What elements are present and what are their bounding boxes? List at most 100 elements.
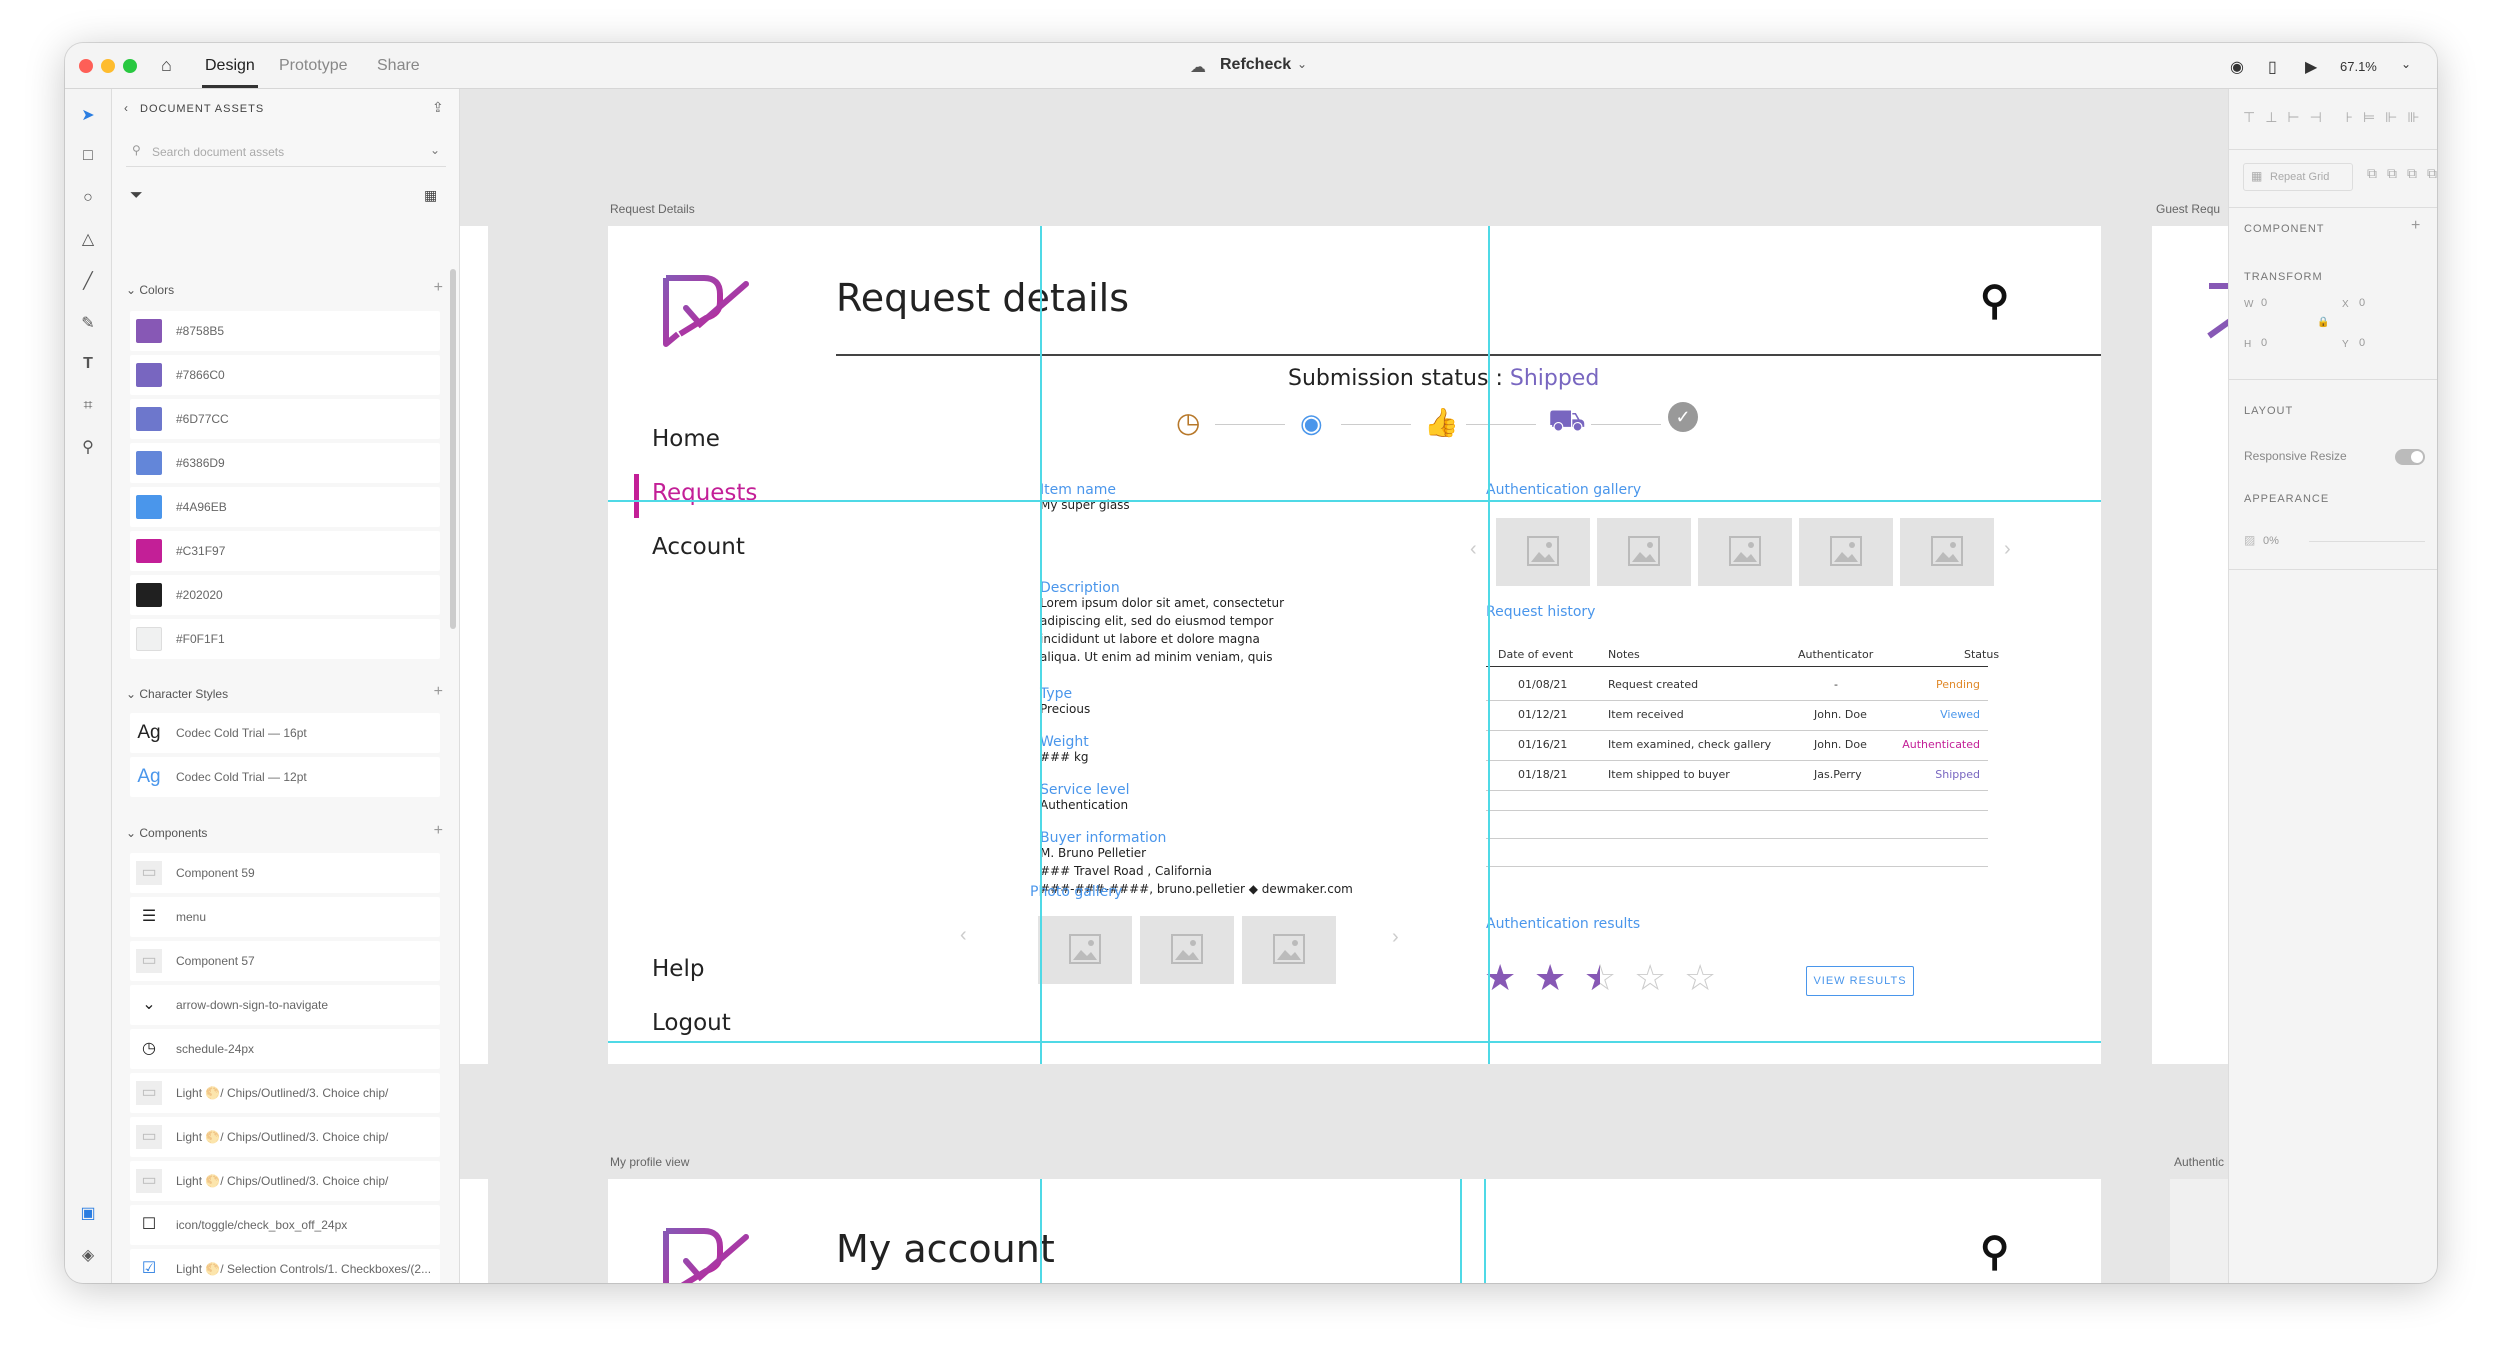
- nav-help[interactable]: Help: [652, 956, 704, 982]
- x-input[interactable]: 0: [2359, 297, 2365, 309]
- artboard-right-partial-2[interactable]: [2170, 1179, 2228, 1283]
- character-style-row[interactable]: Ag Codec Cold Trial — 16pt: [130, 713, 440, 753]
- colors-section-title[interactable]: ⌄ Colors: [126, 283, 174, 297]
- color-swatch-row[interactable]: #6D77CC: [130, 399, 440, 439]
- mobile-preview-icon[interactable]: ▯: [2268, 57, 2277, 77]
- photo-thumbnail[interactable]: [1140, 916, 1234, 984]
- rectangle-tool-icon[interactable]: □: [79, 147, 97, 165]
- add-component-icon[interactable]: +: [434, 822, 443, 840]
- artboard-right-partial[interactable]: [2152, 226, 2228, 1064]
- design-canvas[interactable]: Guest Requ Authentic Request Details Req…: [460, 89, 2228, 1283]
- view-results-button[interactable]: VIEW RESULTS: [1806, 966, 1914, 996]
- opacity-value[interactable]: 0%: [2263, 535, 2279, 547]
- photo-thumbnail[interactable]: [1038, 916, 1132, 984]
- zoom-level[interactable]: 67.1%: [2340, 59, 2377, 74]
- component-row[interactable]: ▭ Light 🌕/ Chips/Outlined/3. Choice chip/: [130, 1117, 440, 1157]
- play-icon[interactable]: ▶: [2305, 57, 2317, 77]
- component-row[interactable]: ▭ Light 🌕/ Chips/Outlined/3. Choice chip/: [130, 1073, 440, 1113]
- line-tool-icon[interactable]: ╱: [79, 273, 97, 291]
- nav-logout[interactable]: Logout: [652, 1010, 731, 1036]
- artboard-label-guest[interactable]: Guest Requ: [2156, 202, 2220, 216]
- ellipse-tool-icon[interactable]: ○: [79, 189, 97, 207]
- chevron-down-icon[interactable]: ⌄: [1297, 57, 1307, 71]
- artboard-my-profile[interactable]: My account ⚲: [608, 1179, 2101, 1283]
- color-swatch-row[interactable]: #C31F97: [130, 531, 440, 571]
- back-chevron-icon[interactable]: ‹: [124, 101, 128, 115]
- tab-design[interactable]: Design: [205, 57, 255, 75]
- component-row[interactable]: ▭ Component 57: [130, 941, 440, 981]
- add-character-style-icon[interactable]: +: [434, 683, 443, 701]
- search-assets-input[interactable]: Search document assets: [126, 137, 446, 167]
- responsive-resize-toggle[interactable]: [2395, 449, 2425, 465]
- color-swatch-row[interactable]: #4A96EB: [130, 487, 440, 527]
- lock-icon[interactable]: 🔒: [2317, 317, 2329, 328]
- component-row[interactable]: ☰ menu: [130, 897, 440, 937]
- auth-gallery-prev-icon[interactable]: ‹: [1470, 538, 1477, 561]
- zoom-chevron-icon[interactable]: ⌄: [2401, 57, 2411, 71]
- layers-icon[interactable]: ◈: [79, 1247, 97, 1265]
- home-icon[interactable]: ⌂: [161, 55, 172, 76]
- nav-home[interactable]: Home: [652, 426, 720, 452]
- artboard-label-my-profile[interactable]: My profile view: [610, 1155, 689, 1169]
- auth-thumbnail[interactable]: [1597, 518, 1691, 586]
- search-icon[interactable]: ⚲: [1980, 1229, 2009, 1275]
- component-row[interactable]: ▭ Component 59: [130, 853, 440, 893]
- select-tool-icon[interactable]: ➤: [79, 107, 97, 125]
- align-icons-row[interactable]: ⊤⊥⊢⊣ ⊦⊨⊩⊪: [2243, 109, 2430, 126]
- opacity-slider[interactable]: [2309, 541, 2425, 542]
- assets-panel-icon[interactable]: ▣: [79, 1205, 97, 1223]
- auth-thumbnail[interactable]: [1496, 518, 1590, 586]
- character-style-row[interactable]: Ag Codec Cold Trial — 12pt: [130, 757, 440, 797]
- color-swatch-row[interactable]: #202020: [130, 575, 440, 615]
- color-swatch-row[interactable]: #8758B5: [130, 311, 440, 351]
- component-row[interactable]: ▭ Light 🌕/ Chips/Outlined/3. Choice chip/: [130, 1161, 440, 1201]
- color-swatch-row[interactable]: #7866C0: [130, 355, 440, 395]
- artboard-left-partial[interactable]: [460, 226, 488, 1064]
- minimize-window-button[interactable]: [101, 59, 115, 73]
- artboard-request-details[interactable]: Request details ⚲ Home Requests Account …: [608, 226, 2101, 1064]
- component-row[interactable]: ☑ Light 🌕/ Selection Controls/1. Checkbox…: [130, 1249, 440, 1283]
- zoom-tool-icon[interactable]: ⚲: [79, 439, 97, 457]
- artboard-label-authentic[interactable]: Authentic: [2174, 1155, 2224, 1169]
- add-color-icon[interactable]: +: [434, 279, 443, 297]
- photo-thumbnail[interactable]: [1242, 916, 1336, 984]
- components-title[interactable]: ⌄ Components: [126, 826, 207, 840]
- gallery-next-icon[interactable]: ›: [1392, 926, 1399, 949]
- text-tool-icon[interactable]: T: [79, 355, 97, 373]
- document-title[interactable]: Refcheck: [1220, 56, 1291, 74]
- auth-thumbnail[interactable]: [1900, 518, 1994, 586]
- tab-prototype[interactable]: Prototype: [279, 57, 347, 75]
- color-swatch-row[interactable]: #6386D9: [130, 443, 440, 483]
- artboard-left-partial-2[interactable]: [460, 1179, 488, 1283]
- search-icon[interactable]: ⚲: [1980, 278, 2009, 324]
- component-row[interactable]: ◷ schedule-24px: [130, 1029, 440, 1069]
- gallery-prev-icon[interactable]: ‹: [960, 924, 967, 947]
- boolean-icons-row[interactable]: ⧉⧉⧉⧉: [2367, 165, 2437, 182]
- polygon-tool-icon[interactable]: △: [79, 231, 97, 249]
- nav-requests[interactable]: Requests: [652, 480, 757, 506]
- filter-icon[interactable]: ⏷: [130, 187, 143, 205]
- component-row[interactable]: ⌄ arrow-down-sign-to-navigate: [130, 985, 440, 1025]
- color-swatch-row[interactable]: #F0F1F1: [130, 619, 440, 659]
- component-row[interactable]: ☐ icon/toggle/check_box_off_24px: [130, 1205, 440, 1245]
- search-dropdown-icon[interactable]: ⌄: [430, 143, 440, 157]
- auth-thumbnail[interactable]: [1799, 518, 1893, 586]
- add-component-state-icon[interactable]: +: [2411, 217, 2420, 235]
- artboard-label-request-details[interactable]: Request Details: [610, 202, 695, 216]
- auth-gallery-next-icon[interactable]: ›: [2004, 538, 2011, 561]
- pen-tool-icon[interactable]: ✎: [79, 315, 97, 333]
- tab-share[interactable]: Share: [377, 57, 420, 75]
- y-input[interactable]: 0: [2359, 337, 2365, 349]
- user-icon[interactable]: ◉: [2230, 57, 2244, 77]
- auth-thumbnail[interactable]: [1698, 518, 1792, 586]
- character-styles-title[interactable]: ⌄ Character Styles: [126, 687, 228, 701]
- height-input[interactable]: 0: [2261, 337, 2267, 349]
- width-input[interactable]: 0: [2261, 297, 2267, 309]
- nav-account[interactable]: Account: [652, 534, 745, 560]
- grid-view-icon[interactable]: ▦: [424, 187, 437, 204]
- zoom-window-button[interactable]: [123, 59, 137, 73]
- artboard-tool-icon[interactable]: ⌗: [79, 397, 97, 415]
- close-window-button[interactable]: [79, 59, 93, 73]
- share-icon[interactable]: ⇪: [432, 99, 444, 116]
- assets-scrollbar[interactable]: [450, 269, 456, 629]
